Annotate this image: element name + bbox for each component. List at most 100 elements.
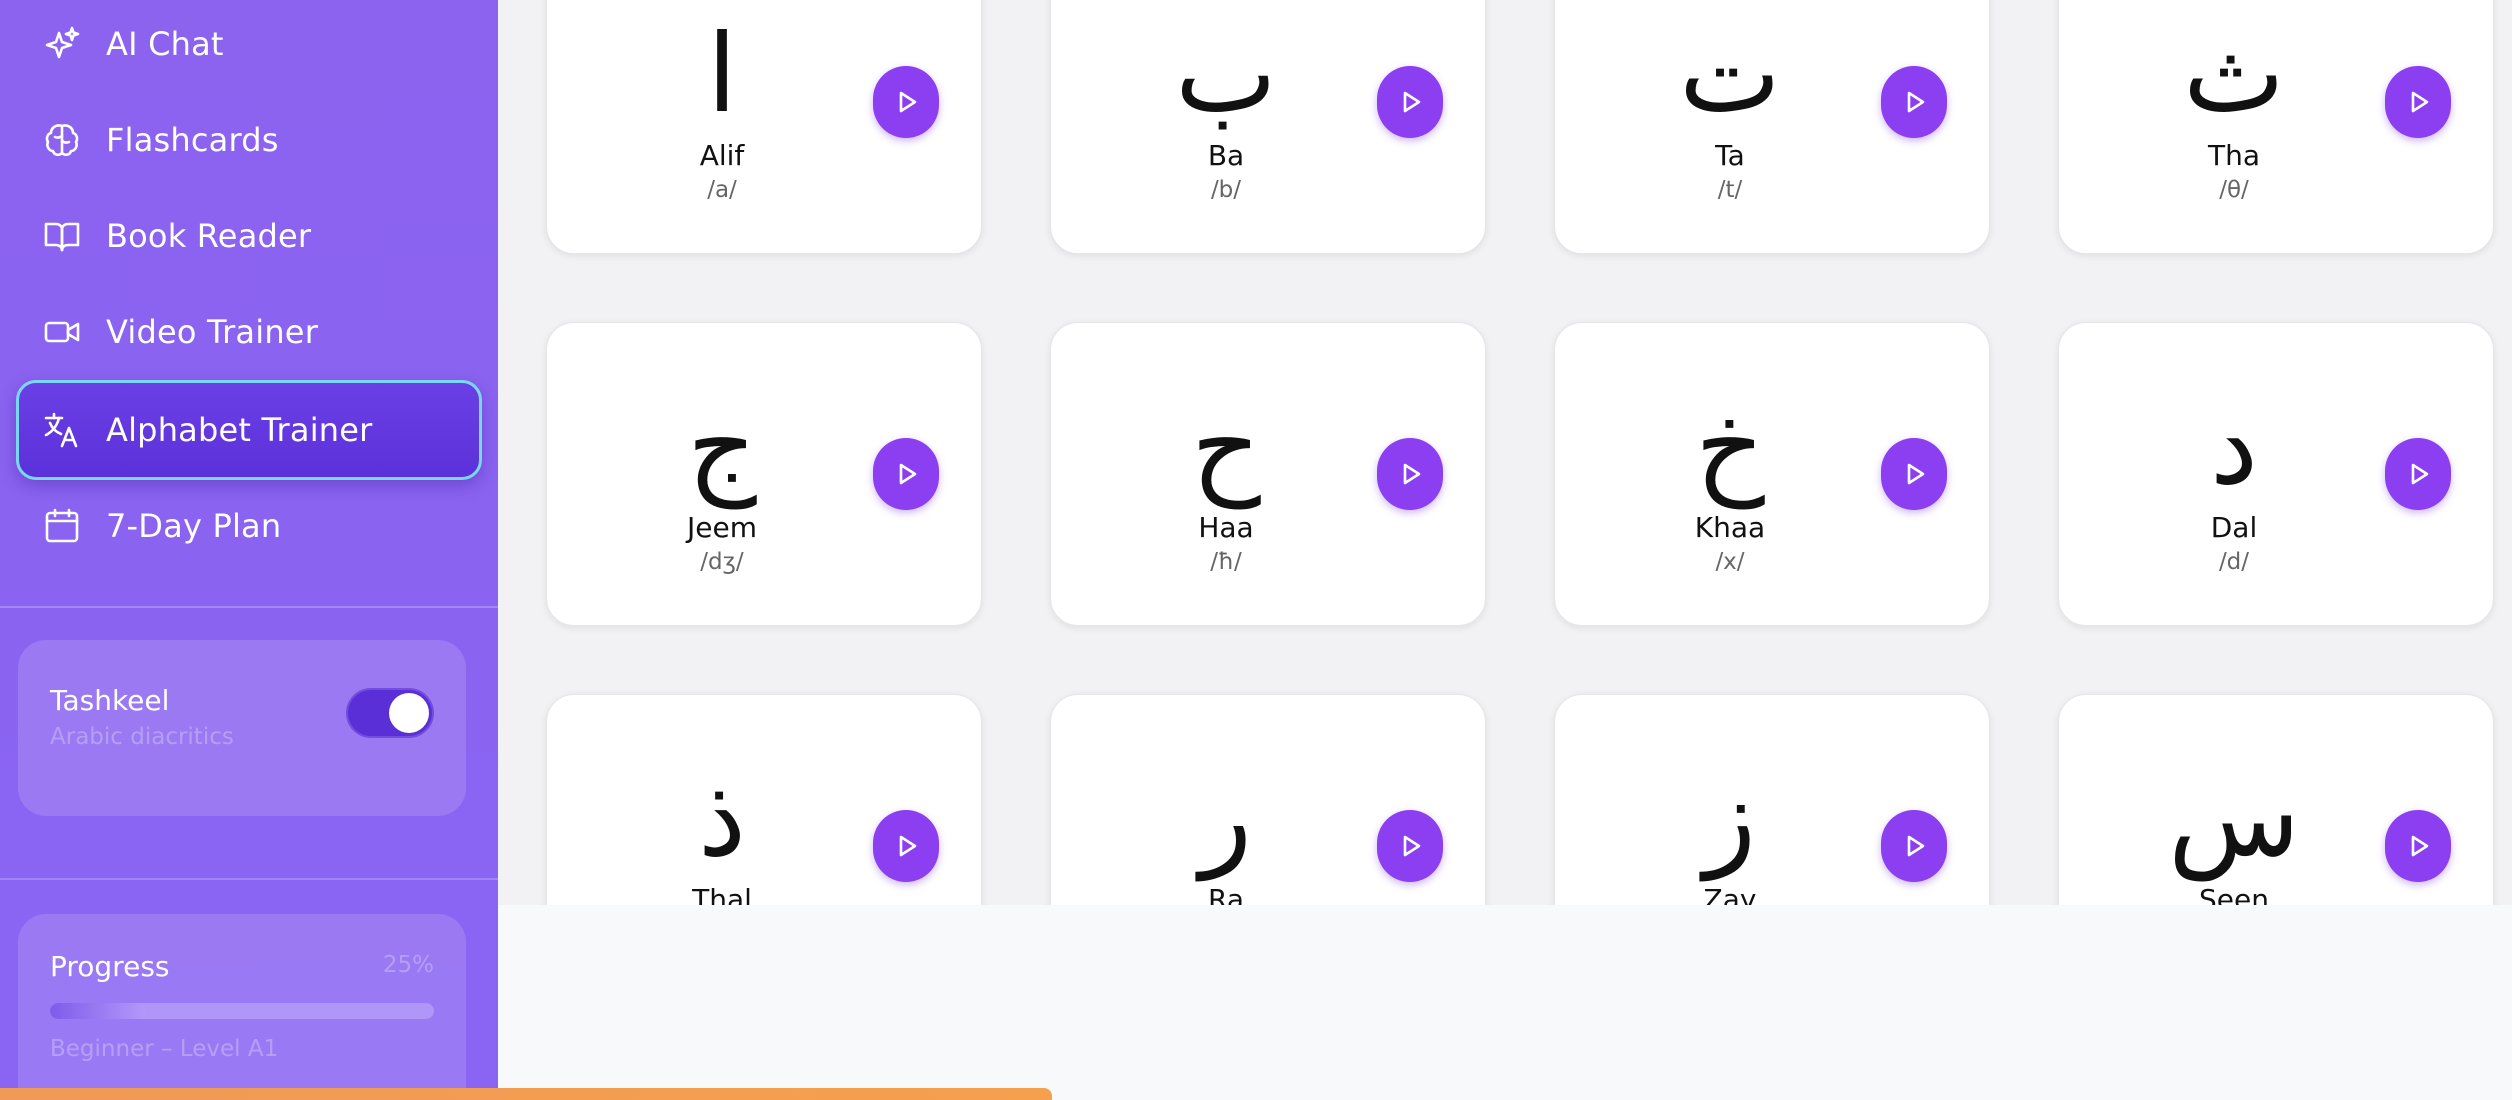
play-audio-button[interactable] <box>1881 438 1947 510</box>
letter-glyph: ر <box>1199 756 1253 881</box>
sidebar-item-label: Alphabet Trainer <box>106 411 373 449</box>
sidebar-item-label: Flashcards <box>106 121 279 159</box>
tashkeel-toggle[interactable] <box>346 688 434 738</box>
play-audio-button[interactable] <box>1881 66 1947 138</box>
progress-fill <box>50 1003 146 1019</box>
play-audio-button[interactable] <box>873 438 939 510</box>
letter-pronunciation: /b/ <box>1210 177 1242 203</box>
letter-glyph: ا <box>706 12 737 137</box>
sidebar-item-flashcards[interactable]: Flashcards <box>16 92 482 188</box>
tashkeel-title: Tashkeel <box>50 684 170 717</box>
sidebar-item-book-reader[interactable]: Book Reader <box>16 188 482 284</box>
letter-card[interactable]: ح Haa/ħ/ <box>1050 322 1486 626</box>
play-icon <box>2403 831 2433 861</box>
letter-name: Dal <box>2210 511 2258 544</box>
play-icon <box>1395 831 1425 861</box>
progress-level: Beginner – Level A1 <box>50 1036 279 1062</box>
progress-title: Progress <box>50 950 170 983</box>
video-camera-icon <box>42 312 82 352</box>
sidebar-item-label: 7-Day Plan <box>106 507 282 545</box>
play-icon <box>1899 459 1929 489</box>
toggle-knob <box>389 693 429 733</box>
play-icon <box>1899 831 1929 861</box>
progress-panel: Progress 25% Beginner – Level A1 <box>18 914 466 1100</box>
play-audio-button[interactable] <box>1377 810 1443 882</box>
letter-card[interactable]: ب Ba/b/ <box>1050 0 1486 254</box>
letter-name: Ba <box>1207 139 1245 172</box>
play-audio-button[interactable] <box>873 810 939 882</box>
letter-glyph: ذ <box>697 756 747 881</box>
play-icon <box>1899 87 1929 117</box>
letter-name: Haa <box>1198 511 1254 544</box>
letter-card[interactable]: خ Khaa/x/ <box>1554 322 1990 626</box>
play-audio-button[interactable] <box>1377 66 1443 138</box>
bottom-bar <box>0 1088 1052 1100</box>
play-audio-button[interactable] <box>2385 66 2451 138</box>
play-audio-button[interactable] <box>1881 810 1947 882</box>
sidebar-item-7-day-plan[interactable]: 7-Day Plan <box>16 478 482 574</box>
book-open-icon <box>42 216 82 256</box>
letter-card[interactable]: ت Ta/t/ <box>1554 0 1990 254</box>
play-icon <box>891 459 921 489</box>
sidebar-item-alphabet-trainer[interactable]: Alphabet Trainer <box>16 380 482 480</box>
letter-pronunciation: /ħ/ <box>1210 549 1242 575</box>
letter-name: Seen <box>2199 883 2269 905</box>
sidebar-item-video-trainer[interactable]: Video Trainer <box>16 284 482 380</box>
play-audio-button[interactable] <box>2385 810 2451 882</box>
letter-pronunciation: /θ/ <box>2219 177 2249 203</box>
letter-glyph: ث <box>2183 12 2285 137</box>
letter-name: Zay <box>1703 883 1757 905</box>
sidebar-item-ai-chat[interactable]: AI Chat <box>16 0 482 92</box>
letter-glyph: خ <box>1695 384 1765 509</box>
play-audio-button[interactable] <box>1377 438 1443 510</box>
letter-name: Tha <box>2207 139 2260 172</box>
calendar-icon <box>42 506 82 546</box>
letter-name: Khaa <box>1694 511 1766 544</box>
letter-card[interactable]: د Dal/d/ <box>2058 322 2494 626</box>
letter-name: Alif <box>699 139 745 172</box>
letter-card[interactable]: ج Jeem/dʒ/ <box>546 322 982 626</box>
letter-glyph: ح <box>1191 384 1261 509</box>
letter-pronunciation: /d/ <box>2218 549 2250 575</box>
letter-name: Ra <box>1208 883 1244 905</box>
sidebar-item-label: Book Reader <box>106 217 312 255</box>
letter-pronunciation: /a/ <box>707 177 737 203</box>
alphabet-grid: ا Alif/a/ب Ba/b/ت Ta/t/ث Tha/θ/ج Jeem/dʒ/ح Haa… <box>498 0 2512 905</box>
letter-glyph: ت <box>1679 12 1781 137</box>
letter-card[interactable]: س Seen <box>2058 694 2494 905</box>
letter-name: Thal <box>692 883 752 905</box>
letter-card[interactable]: ذ Thal <box>546 694 982 905</box>
play-icon <box>2403 459 2433 489</box>
letter-card[interactable]: ز Zay <box>1554 694 1990 905</box>
translate-icon <box>42 410 82 450</box>
brain-icon <box>42 120 82 160</box>
letter-pronunciation: /t/ <box>1717 177 1743 203</box>
tashkeel-panel: Tashkeel Arabic diacritics <box>18 640 466 816</box>
progress-bar <box>50 1003 434 1019</box>
play-icon <box>891 831 921 861</box>
letter-card[interactable]: ر Ra <box>1050 694 1486 905</box>
tashkeel-subtitle: Arabic diacritics <box>50 724 234 750</box>
play-icon <box>1395 87 1425 117</box>
letter-glyph: د <box>2209 384 2259 509</box>
letter-card[interactable]: ث Tha/θ/ <box>2058 0 2494 254</box>
letter-glyph: ج <box>687 384 757 509</box>
sidebar-divider <box>0 606 498 608</box>
letter-pronunciation: /x/ <box>1715 549 1745 575</box>
letter-name: Ta <box>1715 139 1745 172</box>
sidebar-item-label: Video Trainer <box>106 313 319 351</box>
play-audio-button[interactable] <box>2385 438 2451 510</box>
play-icon <box>891 87 921 117</box>
progress-percent: 25% <box>382 952 434 978</box>
letter-glyph: ب <box>1175 12 1277 137</box>
letter-glyph: س <box>2168 756 2300 881</box>
sidebar: AI Chat Flashcards Book Reader Video Tra… <box>0 0 498 1100</box>
play-audio-button[interactable] <box>873 66 939 138</box>
sparkle-icon <box>42 24 82 64</box>
play-icon <box>2403 87 2433 117</box>
letter-name: Jeem <box>687 511 757 544</box>
letter-card[interactable]: ا Alif/a/ <box>546 0 982 254</box>
sidebar-item-label: AI Chat <box>106 25 224 63</box>
play-icon <box>1395 459 1425 489</box>
sidebar-divider <box>0 878 498 880</box>
